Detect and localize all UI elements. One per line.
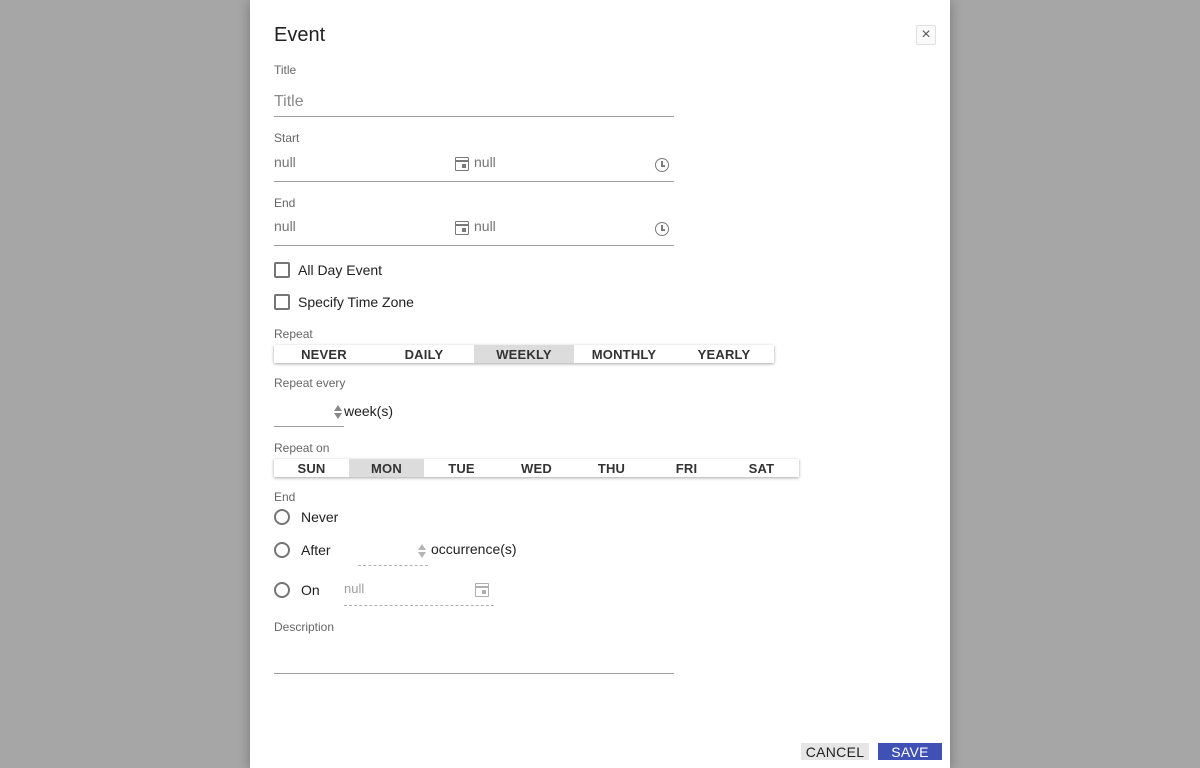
stepper-up-icon[interactable]	[334, 405, 342, 411]
weekday-wed[interactable]: WED	[499, 459, 574, 477]
clock-icon[interactable]	[655, 222, 669, 236]
end-date-input[interactable]: null	[274, 218, 296, 234]
repeat-every-label: Repeat every	[274, 376, 346, 390]
end-on-date-value: null	[344, 581, 365, 596]
end-never-radio[interactable]	[274, 509, 290, 525]
calendar-icon[interactable]	[455, 221, 469, 235]
end-time-input[interactable]: null	[474, 218, 496, 234]
weekday-mon[interactable]: MON	[349, 459, 424, 477]
weekday-sat[interactable]: SAT	[724, 459, 799, 477]
time-zone-row[interactable]: Specify Time Zone	[274, 294, 414, 310]
repeat-option-weekly[interactable]: WEEKLY	[474, 345, 574, 363]
end-never-label: Never	[301, 509, 339, 525]
repeat-option-monthly[interactable]: MONTHLY	[574, 345, 674, 363]
repeat-option-yearly[interactable]: YEARLY	[674, 345, 774, 363]
repeat-on-label: Repeat on	[274, 441, 330, 455]
weekday-sun[interactable]: SUN	[274, 459, 349, 477]
calendar-icon[interactable]	[475, 583, 489, 597]
repeat-label: Repeat	[274, 327, 313, 341]
stepper-up-icon[interactable]	[418, 544, 426, 550]
occurrence-unit: occurrence(s)	[431, 541, 517, 557]
start-time-input[interactable]: null	[474, 154, 496, 170]
repeat-option-never[interactable]: NEVER	[274, 345, 374, 363]
description-label: Description	[274, 620, 335, 634]
stepper-down-icon[interactable]	[334, 413, 342, 419]
calendar-icon[interactable]	[455, 157, 469, 171]
repeat-interval-stepper[interactable]	[274, 399, 344, 427]
repeat-segmented-control: NEVER DAILY WEEKLY MONTHLY YEARLY	[274, 345, 774, 363]
end-label: End	[274, 196, 296, 210]
repeat-option-daily[interactable]: DAILY	[374, 345, 474, 363]
save-button[interactable]: SAVE	[878, 743, 942, 760]
end-after-label: After	[301, 542, 331, 558]
description-input[interactable]	[274, 641, 674, 674]
end-on-date-input[interactable]: null	[344, 574, 494, 606]
start-datetime-field: null null	[274, 148, 674, 182]
all-day-row[interactable]: All Day Event	[274, 262, 382, 278]
cancel-button[interactable]: CANCEL	[801, 743, 869, 760]
end-on-radio[interactable]	[274, 582, 290, 598]
title-label: Title	[274, 63, 297, 77]
weekday-tue[interactable]: TUE	[424, 459, 499, 477]
start-label: Start	[274, 131, 300, 145]
dialog-title: Event	[274, 24, 326, 46]
time-zone-checkbox[interactable]	[274, 294, 290, 310]
start-date-input[interactable]: null	[274, 154, 296, 170]
end-options-label: End	[274, 490, 296, 504]
weekday-thu[interactable]: THU	[574, 459, 649, 477]
end-on-label: On	[301, 582, 320, 598]
close-icon[interactable]: ×	[916, 25, 936, 45]
end-after-row[interactable]: After	[274, 542, 331, 558]
all-day-label: All Day Event	[298, 262, 383, 278]
end-never-row[interactable]: Never	[274, 509, 338, 525]
weekday-fri[interactable]: FRI	[649, 459, 724, 477]
end-on-row[interactable]: On	[274, 582, 320, 598]
title-input[interactable]	[274, 80, 674, 117]
occurrence-stepper[interactable]	[358, 538, 428, 566]
end-after-radio[interactable]	[274, 542, 290, 558]
weekday-segmented-control: SUN MON TUE WED THU FRI SAT	[274, 459, 799, 477]
stepper-down-icon[interactable]	[418, 552, 426, 558]
all-day-checkbox[interactable]	[274, 262, 290, 278]
time-zone-label: Specify Time Zone	[298, 294, 414, 310]
repeat-every-unit: week(s)	[344, 403, 394, 419]
event-dialog: Event × Title Start null null End null n…	[250, 0, 950, 768]
clock-icon[interactable]	[655, 158, 669, 172]
end-datetime-field: null null	[274, 212, 674, 246]
